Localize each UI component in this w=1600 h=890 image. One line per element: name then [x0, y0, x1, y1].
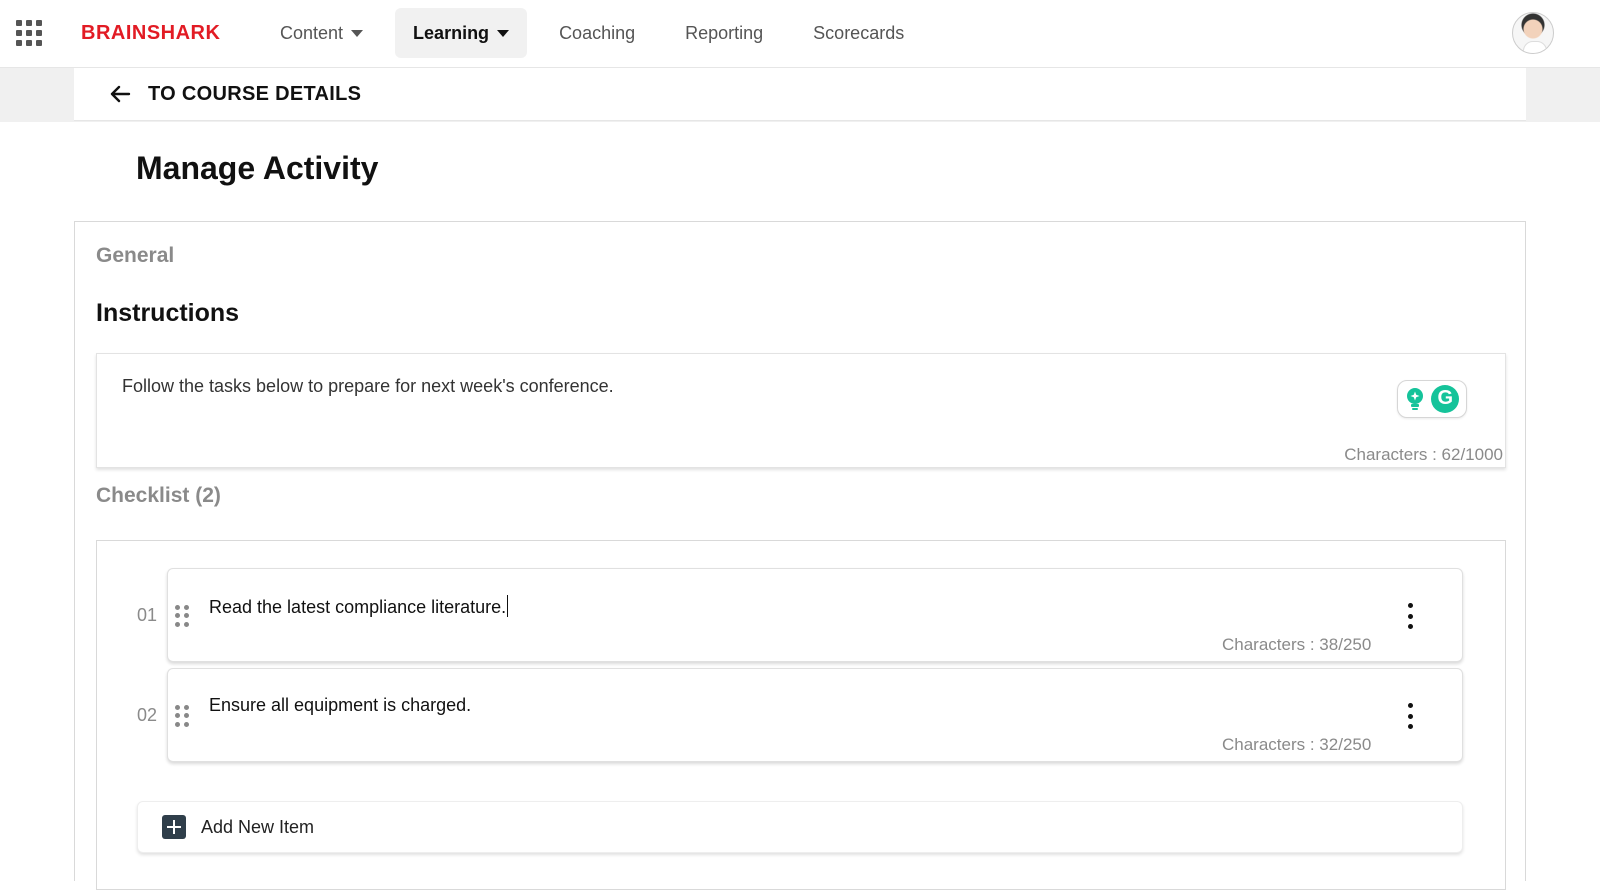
nav-item-content[interactable]: Content — [262, 8, 381, 58]
drag-handle-icon[interactable] — [175, 705, 189, 727]
add-new-item-label: Add New Item — [201, 816, 315, 837]
nav-item-label: Coaching — [559, 22, 636, 43]
text-cursor — [507, 595, 509, 617]
arrow-left-icon[interactable] — [108, 82, 132, 106]
nav-item-coaching[interactable]: Coaching — [541, 8, 653, 58]
section-heading-checklist: Checklist (2) — [96, 484, 221, 507]
grammarly-logo-icon[interactable] — [1431, 385, 1460, 413]
add-new-item-button[interactable]: Add New Item — [137, 801, 1463, 853]
brand-logo[interactable]: BRAINSHARK — [81, 22, 220, 45]
instructions-textarea[interactable]: Follow the tasks below to prepare for ne… — [96, 353, 1506, 468]
nav-item-label: Learning — [413, 22, 490, 43]
grammarly-widget[interactable] — [1397, 380, 1467, 418]
instructions-text: Follow the tasks below to prepare for ne… — [122, 376, 614, 396]
back-bar: TO COURSE DETAILS — [74, 68, 1526, 121]
instructions-character-count: Characters : 62/1000 — [1344, 445, 1503, 464]
back-to-course-details-link[interactable]: TO COURSE DETAILS — [148, 83, 361, 106]
checklist-item-input[interactable]: Ensure all equipment is charged. Charact… — [167, 668, 1463, 762]
checklist-item-input[interactable]: Read the latest compliance literature. C… — [167, 568, 1463, 662]
checklist-item-value: Read the latest compliance literature. — [209, 597, 507, 617]
main-nav: Content Learning Coaching Reporting Scor… — [262, 8, 936, 58]
app-launcher-icon[interactable] — [16, 20, 42, 46]
lightbulb-icon[interactable] — [1405, 387, 1425, 411]
page-title: Manage Activity — [136, 150, 379, 186]
section-heading-general: General — [96, 244, 175, 267]
nav-item-label: Content — [280, 22, 344, 43]
nav-item-label: Scorecards — [813, 22, 905, 43]
nav-item-reporting[interactable]: Reporting — [667, 8, 781, 58]
more-options-icon[interactable] — [1404, 703, 1416, 729]
nav-item-scorecards[interactable]: Scorecards — [795, 8, 922, 58]
activity-form-card: General Instructions Follow the tasks be… — [74, 221, 1526, 890]
drag-handle-icon[interactable] — [175, 605, 189, 627]
user-avatar[interactable] — [1512, 12, 1554, 54]
checklist-item-character-count: Characters : 32/250 — [1222, 735, 1372, 754]
checklist-item-character-count: Characters : 38/250 — [1222, 635, 1372, 654]
top-navigation: BRAINSHARK Content Learning Coaching Rep… — [0, 0, 1600, 68]
nav-item-label: Reporting — [685, 22, 764, 43]
section-heading-instructions: Instructions — [96, 299, 240, 327]
checklist-item-text: Ensure all equipment is charged. — [209, 695, 472, 715]
nav-item-learning[interactable]: Learning — [395, 8, 528, 58]
caret-down-icon — [351, 29, 364, 37]
checklist-item-text: Read the latest compliance literature. — [209, 595, 509, 618]
checklist-item: 02 Ensure all equipment is charged. Char… — [97, 668, 1507, 762]
checklist-container: 01 Read the latest compliance literature… — [96, 540, 1506, 890]
more-options-icon[interactable] — [1404, 603, 1416, 629]
plus-icon — [162, 815, 186, 839]
checklist-item-number: 01 — [137, 605, 158, 625]
checklist-item-number: 02 — [137, 705, 158, 725]
caret-down-icon — [497, 29, 510, 37]
checklist-item: 01 Read the latest compliance literature… — [97, 568, 1507, 662]
